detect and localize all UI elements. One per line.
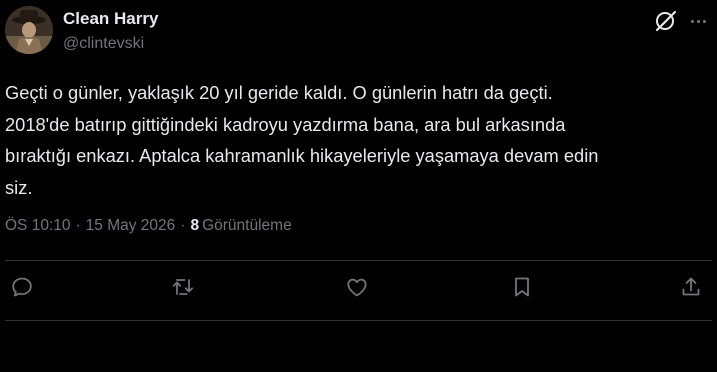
- like-icon: [347, 278, 367, 297]
- views-count: 8: [190, 217, 200, 234]
- reply-icon: [12, 277, 32, 297]
- avatar[interactable]: [5, 6, 53, 54]
- more-button[interactable]: [685, 8, 711, 34]
- grok-button[interactable]: [653, 8, 679, 34]
- display-name[interactable]: Clean Harry: [63, 9, 158, 29]
- meta-separator: ·: [75, 217, 81, 234]
- user-handle[interactable]: @clintevski: [63, 35, 144, 53]
- retweet-button[interactable]: [168, 272, 198, 302]
- like-button[interactable]: [342, 272, 372, 302]
- tweet-text-line: bıraktığı enkazı. Aptalca kahramanlık hi…: [5, 145, 599, 166]
- tweet-date[interactable]: 15 May 2026: [86, 217, 176, 234]
- tweet-text-line: 2018'de batırıp gittiğindeki kadroyu yaz…: [5, 113, 566, 135]
- tweet-time[interactable]: ÖS 10:10: [5, 217, 71, 234]
- bookmark-icon: [515, 277, 529, 297]
- action-bar: [0, 272, 717, 308]
- tweet-text: Geçti o günler, yaklaşık 20 yıl geride k…: [5, 77, 710, 203]
- tweet-meta: ÖS 10:10 · 15 May 2026 · 8 Görüntüleme: [5, 217, 292, 235]
- tweet-detail: Clean Harry @clintevski Geçti o günler, …: [0, 0, 717, 372]
- share-icon: [682, 277, 700, 296]
- retweet-icon: [172, 279, 194, 295]
- divider: [5, 320, 712, 321]
- divider: [5, 260, 712, 261]
- more-icon: [690, 19, 706, 23]
- meta-separator: ·: [180, 217, 186, 234]
- bookmark-button[interactable]: [507, 272, 537, 302]
- grok-icon: [655, 10, 677, 32]
- reply-button[interactable]: [7, 272, 37, 302]
- views-label: Görüntüleme: [202, 217, 292, 234]
- tweet-text-line: Geçti o günler, yaklaşık 20 yıl geride k…: [5, 82, 553, 103]
- tweet-text-line: siz.: [5, 176, 33, 198]
- share-button[interactable]: [676, 272, 706, 302]
